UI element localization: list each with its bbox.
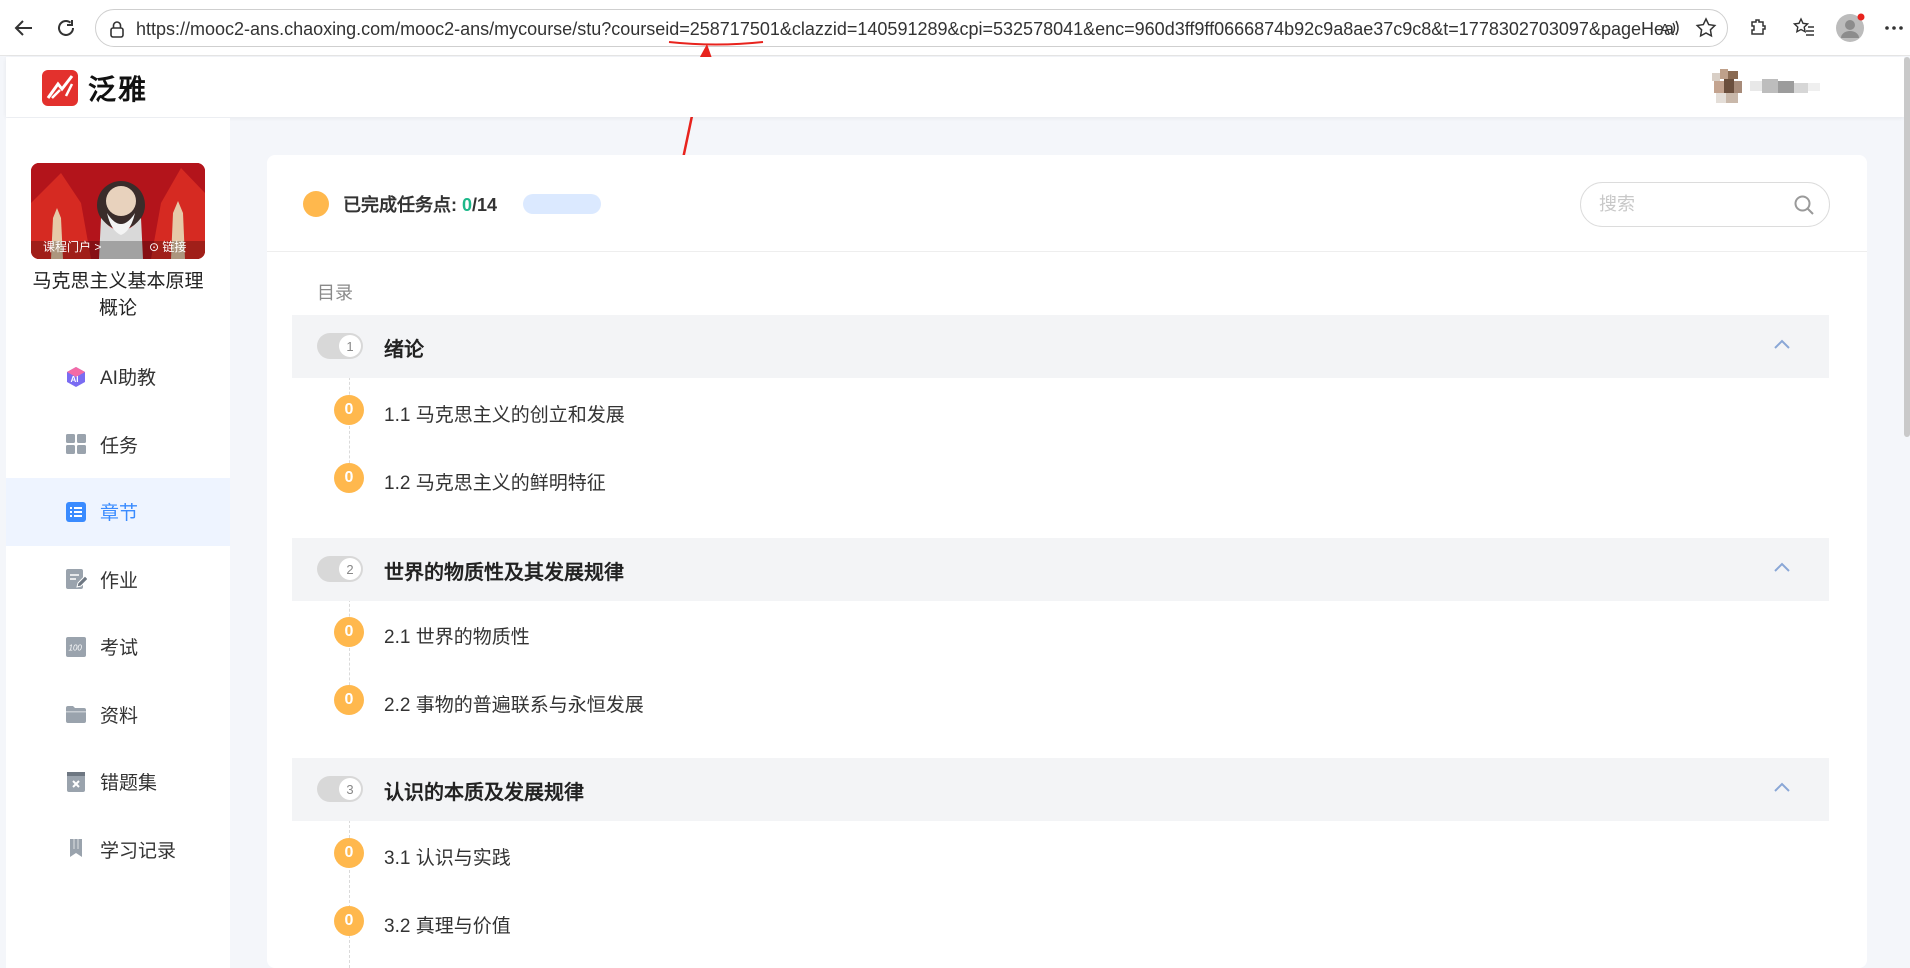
sidebar-item-label: 学习记录	[100, 840, 177, 862]
back-icon[interactable]	[10, 14, 38, 42]
exam-icon: 100	[64, 635, 88, 659]
section-item[interactable]: 0 3.1 认识与实践	[292, 828, 1829, 878]
search-input[interactable]	[1599, 194, 1779, 215]
section-item[interactable]: 0 2.2 事物的普遍联系与永恒发展	[292, 675, 1829, 725]
svg-text:A: A	[1660, 21, 1670, 38]
sidebar-item-label: AI助教	[100, 368, 156, 390]
task-count-badge: 0	[334, 838, 364, 868]
sidebar-item-label: 错题集	[100, 773, 158, 795]
chevron-up-icon[interactable]	[1773, 560, 1791, 578]
section-item[interactable]: 0 1.1 马克思主义的创立和发展	[292, 385, 1829, 435]
chapter-number-toggle[interactable]: 3	[317, 776, 363, 802]
task-progress: 已完成任务点: 0/14	[303, 191, 602, 217]
sidebar-item-homework[interactable]: 作业	[6, 546, 230, 614]
section-title[interactable]: 3.2 真理与价值	[384, 911, 511, 938]
chapter-title: 认识的本质及发展规律	[384, 782, 584, 804]
divider	[267, 251, 1867, 252]
svg-text:AI: AI	[71, 375, 79, 384]
app-header: 泛雅	[6, 57, 1904, 117]
ai-assistant-icon: AI	[64, 365, 88, 389]
sidebar-item-exam[interactable]: 100 考试	[6, 613, 230, 681]
task-count-badge: 0	[334, 463, 364, 493]
chapter-number-toggle[interactable]: 2	[317, 556, 363, 582]
browser-toolbar: https://mooc2-ans.chaoxing.com/mooc2-ans…	[0, 0, 1910, 56]
sidebar-item-label: 任务	[100, 435, 139, 457]
task-count-badge: 0	[334, 685, 364, 715]
chevron-up-icon[interactable]	[1773, 780, 1791, 798]
task-count-badge: 0	[334, 395, 364, 425]
course-title: 马克思主义基本原理概论	[32, 271, 204, 319]
sidebar-item-materials[interactable]: 资料	[6, 681, 230, 749]
sidebar-item-label: 章节	[100, 503, 139, 525]
sidebar-item-ai-assistant[interactable]: AI AI助教	[6, 343, 230, 411]
wrong-book-icon	[64, 770, 88, 794]
sidebar: 课程门户 > ⊙ 链接 马克思主义基本原理概论 AI AI助教 任务 章节 作业…	[6, 118, 230, 968]
address-bar[interactable]: https://mooc2-ans.chaoxing.com/mooc2-ans…	[95, 9, 1728, 47]
chapter-title: 绪论	[384, 339, 424, 361]
task-count-badge: 0	[334, 906, 364, 936]
page-scrollbar[interactable]	[1904, 57, 1910, 437]
course-cover-image[interactable]: 课程门户 > ⊙ 链接	[31, 163, 205, 259]
section-title[interactable]: 2.1 世界的物质性	[384, 622, 530, 649]
sidebar-item-label: 考试	[100, 638, 139, 660]
course-link[interactable]: ⊙ 链接	[149, 238, 186, 255]
more-options-icon[interactable]	[1878, 12, 1910, 44]
user-avatar[interactable]	[1712, 67, 1834, 109]
section-title[interactable]: 1.2 马克思主义的鲜明特征	[384, 468, 606, 495]
list-icon	[64, 500, 88, 524]
sidebar-item-chapters[interactable]: 章节	[6, 478, 230, 546]
section-title[interactable]: 2.2 事物的普遍联系与永恒发展	[384, 690, 644, 717]
site-info-icon[interactable]	[108, 20, 126, 43]
section-title[interactable]: 3.1 认识与实践	[384, 843, 511, 870]
progress-done-count: 0	[462, 195, 473, 215]
section-item[interactable]: 0 1.2 马克思主义的鲜明特征	[292, 453, 1829, 503]
read-aloud-icon[interactable]: A	[1659, 17, 1681, 44]
chapter-title: 世界的物质性及其发展规律	[384, 562, 624, 584]
search-box[interactable]	[1580, 182, 1830, 227]
chapter-number: 2	[339, 558, 361, 580]
progress-label: 已完成任务点: 0/14	[343, 195, 498, 215]
favorites-list-icon[interactable]	[1788, 12, 1820, 44]
chapter-header[interactable]: 1 绪论	[292, 315, 1829, 378]
section-item[interactable]: 0 3.2 真理与价值	[292, 896, 1829, 946]
chapter-header[interactable]: 2 世界的物质性及其发展规律	[292, 538, 1829, 601]
folder-icon	[64, 702, 88, 726]
chapter-number: 1	[339, 335, 361, 357]
sidebar-item-tasks[interactable]: 任务	[6, 411, 230, 479]
sidebar-item-wrong-questions[interactable]: 错题集	[6, 748, 230, 816]
search-icon[interactable]	[1793, 194, 1815, 221]
progress-bar	[523, 194, 602, 214]
reload-icon[interactable]	[52, 14, 80, 42]
chevron-up-icon[interactable]	[1773, 337, 1791, 355]
logo[interactable]: 泛雅	[42, 68, 148, 108]
sidebar-item-label: 作业	[100, 570, 139, 592]
catalog-label: 目录	[317, 283, 353, 303]
profile-avatar-icon[interactable]	[1834, 12, 1866, 44]
chapter-header[interactable]: 3 认识的本质及发展规律	[292, 758, 1829, 821]
sidebar-menu: AI AI助教 任务 章节 作业 100 考试 资料 错题集 学习记录	[6, 343, 230, 883]
logo-text: 泛雅	[88, 74, 149, 105]
url-text[interactable]: https://mooc2-ans.chaoxing.com/mooc2-ans…	[136, 19, 1676, 40]
sidebar-item-label: 资料	[100, 705, 139, 727]
fanya-logo-icon	[42, 70, 78, 106]
progress-status-icon	[303, 191, 329, 217]
task-count-badge: 0	[334, 617, 364, 647]
svg-text:100: 100	[69, 643, 83, 652]
chapter-panel: 已完成任务点: 0/14 目录 1 绪论 0 1.1 马克思主义的创立和发展 0…	[267, 155, 1867, 968]
sidebar-item-study-record[interactable]: 学习记录	[6, 816, 230, 884]
grid-icon	[64, 432, 88, 456]
chapter-number: 3	[339, 778, 361, 800]
chapter-number-toggle[interactable]: 1	[317, 333, 363, 359]
bookmark-icon	[64, 837, 88, 861]
edit-icon	[64, 567, 88, 591]
progress-total: /14	[472, 195, 498, 215]
section-item[interactable]: 0 2.1 世界的物质性	[292, 607, 1829, 657]
course-portal-link[interactable]: 课程门户 >	[43, 238, 101, 255]
extensions-icon[interactable]	[1741, 12, 1773, 44]
section-title[interactable]: 1.1 马克思主义的创立和发展	[384, 400, 625, 427]
favorite-star-icon[interactable]	[1695, 17, 1717, 44]
